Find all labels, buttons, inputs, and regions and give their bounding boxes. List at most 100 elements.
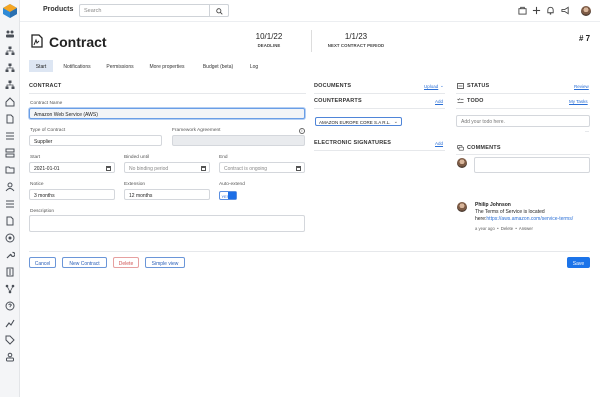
server-icon[interactable]	[5, 148, 15, 158]
building-icon[interactable]	[5, 267, 15, 277]
comment-answer-link[interactable]: Answer	[519, 226, 533, 231]
start-date-input[interactable]: 2021-01-01	[29, 162, 115, 173]
search-input[interactable]: Search	[79, 4, 229, 17]
binded-until-input[interactable]: No binding period	[124, 162, 210, 173]
list-icon[interactable]	[5, 199, 15, 209]
status-icon	[457, 83, 464, 89]
hierarchy-icon[interactable]	[5, 46, 15, 56]
save-button[interactable]: Save	[567, 257, 590, 268]
tab-notifications[interactable]: Notifications	[57, 60, 97, 72]
contract-name-input[interactable]: Amazon Web Service (AWS)	[29, 108, 305, 119]
description-textarea[interactable]	[29, 215, 305, 232]
add-signature-link[interactable]: Add	[435, 141, 443, 146]
target-icon[interactable]	[5, 233, 15, 243]
search-button[interactable]	[209, 4, 229, 17]
next-period-stat: 1/1/23 NEXT CONTRACT PERIOD	[320, 32, 392, 48]
notice-input[interactable]: 3 months	[29, 189, 115, 200]
document-icon[interactable]	[5, 216, 15, 226]
contract-name-label: Contract Name	[30, 101, 63, 106]
delete-button[interactable]: Delete	[113, 257, 139, 268]
megaphone-icon[interactable]	[561, 6, 570, 15]
review-link[interactable]: Review	[574, 84, 589, 89]
documents-title: DOCUMENTS	[314, 83, 352, 89]
next-period-value: 1/1/23	[344, 32, 368, 41]
auto-extend-toggle[interactable]: YES	[219, 191, 237, 200]
calendar-icon[interactable]	[296, 165, 301, 171]
upload-link[interactable]: Upload	[424, 84, 438, 89]
resize-handle[interactable]	[585, 131, 589, 132]
upload-chevron-icon[interactable]: ⌄	[440, 83, 444, 89]
deadline-label: DEADLINE	[257, 43, 281, 48]
page-header: Contract 10/1/22 DEADLINE 1/1/23 NEXT CO…	[20, 22, 600, 60]
tag-icon[interactable]	[5, 335, 15, 345]
contract-section-title: CONTRACT	[29, 83, 62, 89]
help-icon[interactable]	[5, 301, 15, 311]
topbar: Products Search	[20, 0, 600, 22]
my-tasks-link[interactable]: My Tasks	[569, 99, 588, 104]
auto-extend-label: Auto-extend	[219, 182, 245, 187]
binded-until-label: Binded until	[124, 155, 150, 160]
add-counterpart-link[interactable]: Add	[435, 99, 443, 104]
document-icon[interactable]	[5, 114, 15, 124]
start-label: Start	[30, 155, 41, 160]
divider	[29, 93, 306, 94]
comment-meta: a year ago • Delete • Answer	[475, 226, 533, 231]
network-icon[interactable]	[5, 284, 15, 294]
folder-icon[interactable]	[5, 165, 15, 175]
counterpart-select[interactable]: AMAZON EUROPE CORE S.A R.L. ⌄	[315, 117, 402, 126]
user-icon[interactable]	[5, 182, 15, 192]
comment-link[interactable]: https://aws.amazon.com/service-terms/	[486, 216, 573, 222]
counterpart-value: AMAZON EUROPE CORE S.A R.L.	[319, 120, 391, 125]
tab-log[interactable]: Log	[245, 60, 263, 72]
cancel-button[interactable]: Cancel	[29, 257, 56, 268]
todo-title: TODO	[467, 98, 484, 104]
comment-input[interactable]	[474, 157, 590, 173]
hierarchy-icon[interactable]	[5, 80, 15, 90]
status-title: STATUS	[467, 83, 490, 89]
contract-document-icon	[31, 34, 43, 48]
people-icon[interactable]	[5, 29, 15, 39]
tab-bar: Start Notifications Permissions More pro…	[20, 60, 600, 72]
end-label: End	[219, 155, 228, 160]
team-icon[interactable]	[5, 352, 15, 362]
info-icon[interactable]: i	[299, 128, 305, 134]
list-icon[interactable]	[5, 131, 15, 141]
deadline-stat: 10/1/22 DEADLINE	[244, 32, 294, 48]
comment-text: The Terms of Service is located here:htt…	[475, 209, 595, 223]
framework-input[interactable]	[172, 135, 305, 146]
deadline-value: 10/1/22	[255, 32, 283, 41]
type-select[interactable]: Supplier	[29, 135, 162, 146]
toggle-knob	[228, 192, 236, 199]
comment-delete-link[interactable]: Delete	[501, 226, 513, 231]
tab-permissions[interactable]: Permissions	[101, 60, 139, 72]
comment-author-avatar	[457, 202, 467, 212]
extension-input[interactable]: 12 months	[124, 189, 210, 200]
todo-input[interactable]: Add your todo here.	[456, 115, 590, 127]
logo-icon[interactable]	[2, 3, 18, 19]
calendar-icon[interactable]	[201, 165, 206, 171]
wrench-icon[interactable]	[5, 250, 15, 260]
end-date-placeholder: Contract is ongoing	[224, 165, 268, 172]
hierarchy-icon[interactable]	[5, 63, 15, 73]
bell-icon[interactable]	[546, 6, 555, 15]
tab-start[interactable]: Start	[29, 60, 53, 72]
notice-label: Notice	[30, 182, 44, 187]
inbox-icon[interactable]	[518, 6, 527, 15]
simple-view-button[interactable]: Simple view	[145, 257, 185, 268]
end-date-input[interactable]: Contract is ongoing	[219, 162, 305, 173]
chart-icon[interactable]	[5, 318, 15, 328]
type-label: Type of Contract	[30, 128, 66, 133]
calendar-icon[interactable]	[106, 165, 111, 171]
start-date-value: 2021-01-01	[34, 165, 60, 172]
tab-more-properties[interactable]: More properties	[144, 60, 190, 72]
user-avatar[interactable]	[581, 6, 591, 16]
plus-icon[interactable]	[532, 6, 541, 15]
description-label: Description	[30, 209, 54, 214]
tab-budget[interactable]: Budget (beta)	[196, 60, 240, 72]
binded-until-placeholder: No binding period	[129, 165, 169, 172]
page-title: Contract	[49, 34, 107, 50]
divider	[456, 93, 590, 94]
counterparts-title: COUNTERPARTS	[314, 98, 362, 104]
home-icon[interactable]	[5, 97, 15, 107]
new-contract-button[interactable]: New Contract	[62, 257, 107, 268]
